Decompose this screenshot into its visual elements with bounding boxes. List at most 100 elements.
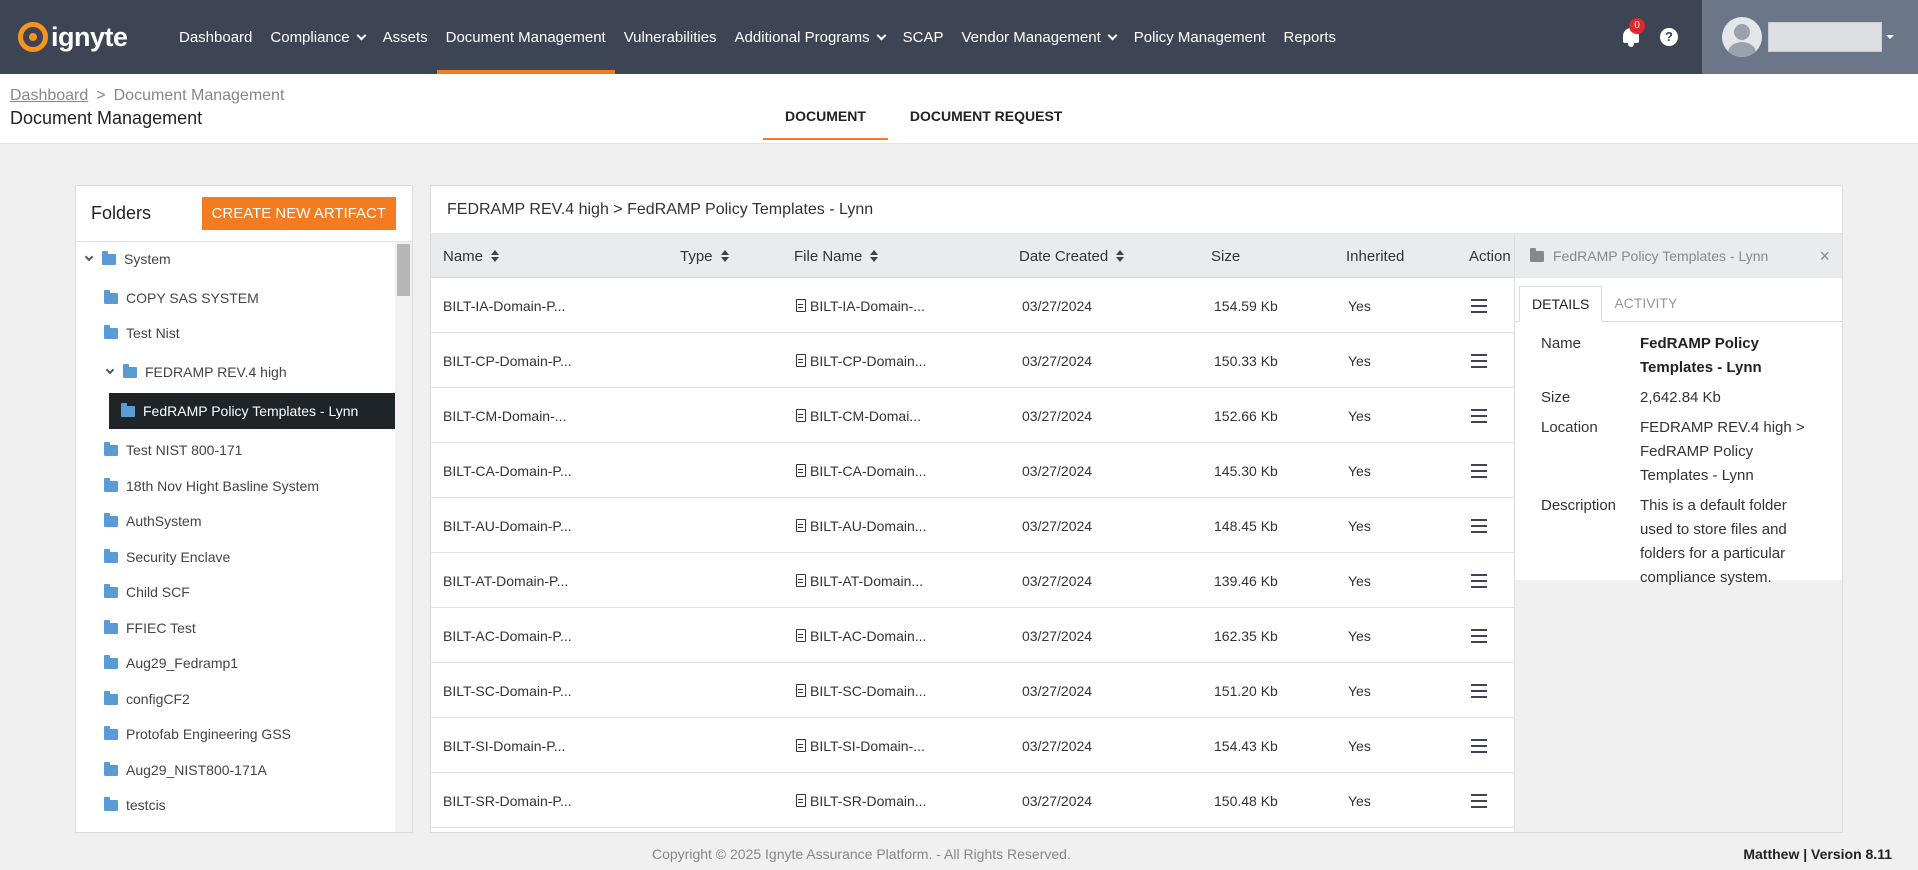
nav-reports[interactable]: Reports xyxy=(1274,0,1345,74)
cell-name[interactable]: BILT-CA-Domain-P... xyxy=(443,443,572,498)
row-menu-icon[interactable] xyxy=(1471,793,1487,808)
cell-file-name[interactable]: BILT-IA-Domain-... xyxy=(796,278,925,333)
cell-action xyxy=(1471,608,1487,663)
folder-item-fedramp-rev4[interactable]: FEDRAMP REV.4 high xyxy=(105,357,287,387)
table-row[interactable]: BILT-CA-Domain-P... BILT-CA-Domain... 03… xyxy=(431,443,1514,498)
row-menu-icon[interactable] xyxy=(1471,573,1487,588)
column-header-name[interactable]: Name xyxy=(443,234,500,278)
close-icon[interactable]: × xyxy=(1819,246,1830,267)
cell-name[interactable]: BILT-CP-Domain-P... xyxy=(443,333,572,388)
column-header-file-name[interactable]: File Name xyxy=(794,234,879,278)
detail-row-size: Size 2,642.84 Kb xyxy=(1541,386,1842,410)
cell-file-name[interactable]: BILT-SR-Domain... xyxy=(796,773,926,828)
folder-item[interactable]: Child SCF xyxy=(104,577,190,607)
table-row[interactable]: BILT-AT-Domain-P... BILT-AT-Domain... 03… xyxy=(431,553,1514,608)
breadcrumb-dashboard-link[interactable]: Dashboard xyxy=(10,87,88,104)
table-row[interactable]: BILT-CM-Domain-... BILT-CM-Domai... 03/2… xyxy=(431,388,1514,443)
sort-icon xyxy=(491,250,500,262)
folder-item[interactable]: COPY SAS SYSTEM xyxy=(104,283,259,313)
cell-name[interactable]: BILT-SC-Domain-P... xyxy=(443,663,572,718)
tab-activity[interactable]: ACTIVITY xyxy=(1602,286,1689,321)
nav-compliance[interactable]: Compliance xyxy=(261,0,373,74)
folder-item[interactable]: configCF2 xyxy=(104,684,190,714)
cell-name[interactable]: BILT-SR-Domain-P... xyxy=(443,773,572,828)
notifications-bell-icon[interactable]: 0 xyxy=(1620,18,1645,48)
column-header-date-created[interactable]: Date Created xyxy=(1019,234,1125,278)
create-new-artifact-button[interactable]: CREATE NEW ARTIFACT xyxy=(201,197,396,230)
folder-label: FEDRAMP REV.4 high xyxy=(145,364,287,380)
cell-inherited: Yes xyxy=(1348,682,1371,699)
folder-item[interactable]: Security Enclave xyxy=(104,542,230,572)
folder-item[interactable]: testcis xyxy=(104,790,166,820)
scrollbar-thumb[interactable] xyxy=(397,244,410,296)
top-navbar: ignyte Dashboard Compliance Assets Docum… xyxy=(0,0,1918,74)
row-menu-icon[interactable] xyxy=(1471,738,1487,753)
cell-inherited: Yes xyxy=(1348,352,1371,369)
folder-item[interactable]: 18th Nov Hight Basline System xyxy=(104,471,319,501)
row-menu-icon[interactable] xyxy=(1471,408,1487,423)
folder-item[interactable]: FFIEC Test xyxy=(104,613,196,643)
nav-label: Additional Programs xyxy=(734,28,870,46)
cell-file-name[interactable]: BILT-SC-Domain... xyxy=(796,663,926,718)
row-menu-icon[interactable] xyxy=(1471,353,1487,368)
cell-file-name[interactable]: BILT-CA-Domain... xyxy=(796,443,926,498)
cell-date: 03/27/2024 xyxy=(1022,682,1093,699)
row-menu-icon[interactable] xyxy=(1471,463,1487,478)
tab-document-request[interactable]: DOCUMENT REQUEST xyxy=(888,98,1084,140)
row-menu-icon[interactable] xyxy=(1471,298,1487,313)
nav-document-management[interactable]: Document Management xyxy=(436,0,615,74)
nav-vulnerabilities[interactable]: Vulnerabilities xyxy=(615,0,726,74)
cell-name[interactable]: BILT-CM-Domain-... xyxy=(443,388,566,443)
row-menu-icon[interactable] xyxy=(1471,628,1487,643)
file-name-text: BILT-IA-Domain-... xyxy=(810,297,925,314)
table-row[interactable]: BILT-SC-Domain-P... BILT-SC-Domain... 03… xyxy=(431,663,1514,718)
cell-file-name[interactable]: BILT-SI-Domain-... xyxy=(796,718,925,773)
folder-item[interactable]: Aug29_NIST800-171A xyxy=(104,755,267,785)
nav-policy-management[interactable]: Policy Management xyxy=(1125,0,1275,74)
user-menu[interactable] xyxy=(1702,0,1918,74)
ignyte-logo[interactable]: ignyte xyxy=(18,0,170,74)
cell-date: 03/27/2024 xyxy=(1022,572,1093,589)
cell-name[interactable]: BILT-IA-Domain-P... xyxy=(443,278,565,333)
table-row[interactable]: BILT-SR-Domain-P... BILT-SR-Domain... 03… xyxy=(431,773,1514,828)
chevron-down-icon[interactable] xyxy=(105,365,115,375)
nav-vendor-management[interactable]: Vendor Management xyxy=(952,0,1124,74)
folder-item[interactable]: AuthSystem xyxy=(104,506,201,536)
folder-item-system[interactable]: System xyxy=(84,244,171,274)
detail-value: This is a default folder used to store f… xyxy=(1640,497,1787,586)
cell-name[interactable]: BILT-SI-Domain-P... xyxy=(443,718,565,773)
row-menu-icon[interactable] xyxy=(1471,683,1487,698)
folder-item-selected[interactable]: FedRAMP Policy Templates - Lynn xyxy=(109,393,395,429)
column-header-type[interactable]: Type xyxy=(680,234,729,278)
nav-scap[interactable]: SCAP xyxy=(894,0,953,74)
cell-file-name[interactable]: BILT-CP-Domain... xyxy=(796,333,926,388)
folder-item[interactable]: Protofab Engineering GSS xyxy=(104,719,291,749)
cell-name[interactable]: BILT-AT-Domain-P... xyxy=(443,553,568,608)
tab-document[interactable]: DOCUMENT xyxy=(763,98,888,140)
folder-item[interactable]: Test Nist xyxy=(104,318,180,348)
folder-item[interactable]: Aug29_Fedramp1 xyxy=(104,648,238,678)
help-icon[interactable]: ? xyxy=(1660,28,1678,46)
folder-label: COPY SAS SYSTEM xyxy=(126,290,259,306)
nav-dashboard[interactable]: Dashboard xyxy=(170,0,261,74)
table-row[interactable]: BILT-IA-Domain-P... BILT-IA-Domain-... 0… xyxy=(431,278,1514,333)
table-row[interactable]: BILT-AC-Domain-P... BILT-AC-Domain... 03… xyxy=(431,608,1514,663)
nav-additional-programs[interactable]: Additional Programs xyxy=(726,0,894,74)
logo-text: ignyte xyxy=(51,21,128,52)
table-row[interactable]: BILT-AU-Domain-P... BILT-AU-Domain... 03… xyxy=(431,498,1514,553)
header-label: Date Created xyxy=(1019,247,1109,265)
cell-file-name[interactable]: BILT-AT-Domain... xyxy=(796,553,923,608)
cell-file-name[interactable]: BILT-AC-Domain... xyxy=(796,608,926,663)
cell-file-name[interactable]: BILT-CM-Domai... xyxy=(796,388,921,443)
tab-details[interactable]: DETAILS xyxy=(1519,286,1603,322)
chevron-down-icon[interactable] xyxy=(84,252,94,262)
cell-name[interactable]: BILT-AC-Domain-P... xyxy=(443,608,572,663)
cell-file-name[interactable]: BILT-AU-Domain... xyxy=(796,498,926,553)
table-row[interactable]: BILT-SI-Domain-P... BILT-SI-Domain-... 0… xyxy=(431,718,1514,773)
folder-tree-scrollbar[interactable] xyxy=(395,242,412,832)
row-menu-icon[interactable] xyxy=(1471,518,1487,533)
cell-name[interactable]: BILT-AU-Domain-P... xyxy=(443,498,572,553)
nav-assets[interactable]: Assets xyxy=(374,0,437,74)
folder-item[interactable]: Test NIST 800-171 xyxy=(104,435,242,465)
table-row[interactable]: BILT-CP-Domain-P... BILT-CP-Domain... 03… xyxy=(431,333,1514,388)
